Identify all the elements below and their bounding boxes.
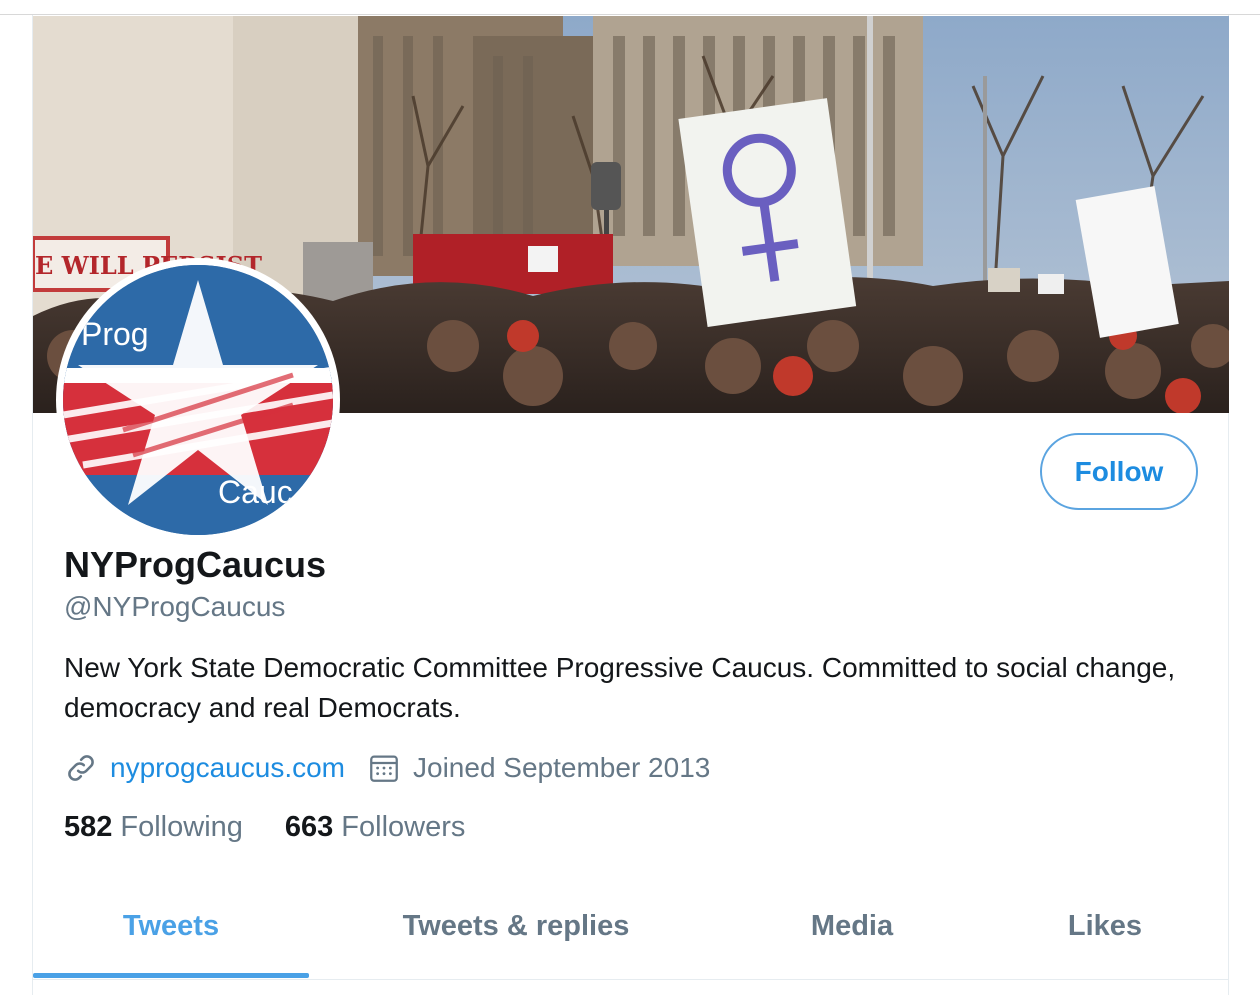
calendar-icon [367, 751, 401, 785]
user-handle: @NYProgCaucus [64, 591, 286, 622]
avatar-text-bottom: Cauc [218, 474, 293, 510]
following-label: Following [120, 810, 243, 843]
followers-count: 663 [284, 810, 334, 843]
avatar-text-top: Prog [81, 316, 149, 352]
profile-bio: New York State Democratic Committee Prog… [64, 652, 1176, 723]
display-name: NYProgCaucus [64, 544, 327, 585]
follow-button[interactable]: Follow [1040, 433, 1198, 510]
following-link[interactable]: 582 Following [64, 811, 243, 844]
followers-link[interactable]: 663 Followers [285, 811, 465, 844]
tab-tweets[interactable]: Tweets [33, 876, 309, 976]
link-icon [64, 751, 98, 785]
active-tab-indicator [33, 973, 309, 978]
followers-label: Followers [341, 810, 466, 843]
tab-media[interactable]: Media [723, 876, 981, 976]
profile-tabs: Tweets Tweets & replies Media Likes [33, 876, 1229, 980]
following-count: 582 [64, 810, 113, 843]
tab-likes[interactable]: Likes [981, 876, 1229, 976]
website-link[interactable]: nyprogcaucus.com [110, 752, 345, 784]
tab-tweets-replies[interactable]: Tweets & replies [309, 876, 723, 976]
profile-meta-row: nyprogcaucus.com Joined September 2013 [64, 748, 710, 788]
joined-date: Joined September 2013 [413, 752, 711, 783]
avatar[interactable]: Prog Cauc [63, 265, 333, 535]
follow-counts: 582 Following 663 Followers [64, 806, 465, 848]
tabs-divider [33, 979, 1229, 980]
